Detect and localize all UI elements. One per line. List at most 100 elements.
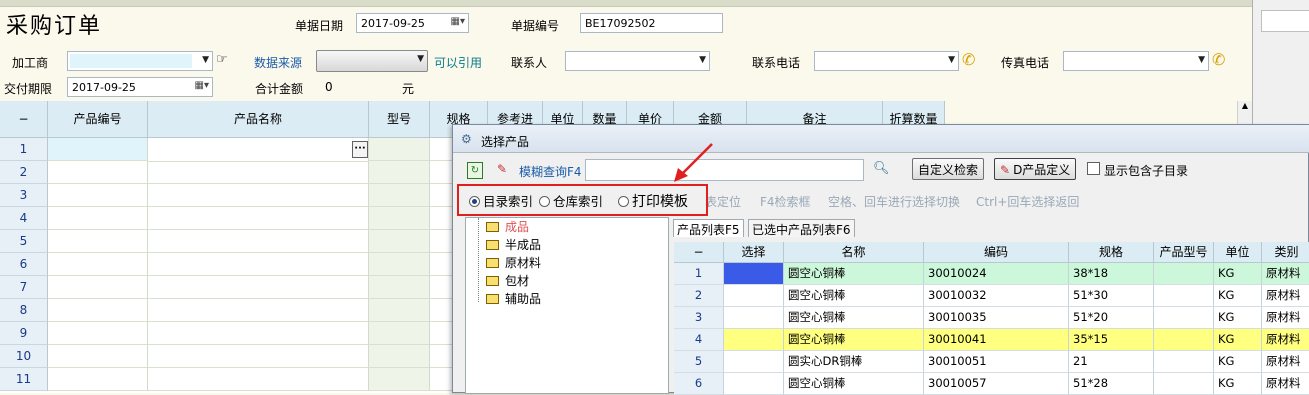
calendar-icon[interactable]: ▦▾ — [451, 16, 465, 27]
product-cell[interactable] — [724, 351, 784, 373]
grid-cell[interactable] — [48, 299, 148, 322]
product-cell[interactable] — [1154, 285, 1214, 307]
phone-select[interactable]: ▼ — [814, 51, 959, 71]
product-cell[interactable] — [724, 285, 784, 307]
product-cell[interactable]: 51*20 — [1069, 307, 1154, 329]
product-cell[interactable]: 原材料 — [1262, 307, 1309, 329]
custom-search-button[interactable]: 自定义检索 — [912, 158, 985, 180]
doc-no-field[interactable]: BE17092502 — [580, 13, 723, 33]
grid-cell[interactable] — [48, 345, 148, 368]
product-row-number[interactable]: 6 — [674, 373, 724, 395]
product-cell[interactable]: 原材料 — [1262, 329, 1309, 351]
product-cell[interactable]: 35*15 — [1069, 329, 1154, 351]
refresh-icon[interactable]: ↻ — [467, 162, 483, 179]
product-cell[interactable]: 21 — [1069, 351, 1154, 373]
product-row-number[interactable]: 3 — [674, 307, 724, 329]
grid-cell[interactable] — [48, 368, 148, 391]
tree-node[interactable]: 半成品 — [486, 236, 541, 254]
grid-cell[interactable] — [148, 184, 369, 207]
row-number[interactable]: 4 — [0, 207, 48, 230]
product-cell[interactable]: 51*30 — [1069, 285, 1154, 307]
tree-node[interactable]: 成品 — [486, 218, 529, 236]
product-cell[interactable]: 圆空心铜棒 — [784, 329, 924, 351]
row-number[interactable]: 10 — [0, 345, 48, 368]
product-cell[interactable]: 30010041 — [924, 329, 1069, 351]
product-col-header[interactable]: 名称 — [784, 242, 924, 263]
row-number[interactable]: 11 — [0, 368, 48, 391]
quote-link[interactable]: 可以引用 — [434, 54, 482, 71]
row-number[interactable]: 1 — [0, 138, 48, 161]
product-cell[interactable]: KG — [1214, 285, 1262, 307]
product-row-number[interactable]: 5 — [674, 351, 724, 373]
tree-node[interactable]: 辅助品 — [486, 290, 541, 308]
product-define-button[interactable]: ✎ D产品定义 — [994, 158, 1077, 180]
show-sub-checkbox[interactable] — [1087, 162, 1100, 175]
grid-cell[interactable] — [148, 253, 369, 276]
product-col-header[interactable]: 产品型号 — [1154, 242, 1214, 263]
product-cell[interactable]: 30010051 — [924, 351, 1069, 373]
product-cell[interactable] — [724, 307, 784, 329]
phone-icon[interactable]: ✆ — [962, 50, 975, 69]
tab-selected-list[interactable]: 已选中产品列表F6 — [748, 219, 855, 237]
product-cell[interactable] — [1154, 373, 1214, 395]
processor-field[interactable]: ▼ — [67, 51, 213, 71]
calendar-icon[interactable]: ▦▾ — [195, 80, 209, 91]
grid-header-0[interactable]: − — [0, 101, 48, 138]
row-number[interactable]: 6 — [0, 253, 48, 276]
product-cell[interactable]: KG — [1214, 307, 1262, 329]
hand-pointer-icon[interactable]: ☞ — [216, 52, 228, 67]
grid-cell[interactable] — [148, 322, 369, 345]
product-cell[interactable] — [1154, 329, 1214, 351]
product-cell[interactable]: 30010024 — [924, 263, 1069, 285]
product-cell[interactable]: 圆空心铜棒 — [784, 285, 924, 307]
grid-cell[interactable] — [48, 253, 148, 276]
row-number[interactable]: 7 — [0, 276, 48, 299]
row-number[interactable]: 3 — [0, 184, 48, 207]
product-row-number[interactable]: 2 — [674, 285, 724, 307]
grid-header-1[interactable]: 产品编号 — [48, 101, 148, 138]
grid-cell[interactable] — [369, 322, 430, 345]
product-cell[interactable]: 51*28 — [1069, 373, 1154, 395]
product-row-number[interactable]: 4 — [674, 329, 724, 351]
ellipsis-button[interactable]: ··· — [352, 141, 368, 158]
product-cell[interactable]: 原材料 — [1262, 263, 1309, 285]
source-select[interactable]: ▼ — [316, 50, 428, 72]
product-cell[interactable]: 30010035 — [924, 307, 1069, 329]
phone-icon[interactable]: ✆ — [1212, 50, 1225, 69]
grid-cell[interactable] — [48, 207, 148, 230]
product-cell[interactable] — [1154, 351, 1214, 373]
grid-cell[interactable] — [148, 368, 369, 391]
due-date-field[interactable]: 2017-09-25 ▦▾ — [67, 77, 213, 97]
product-cell[interactable] — [724, 263, 784, 285]
grid-cell[interactable] — [48, 138, 148, 161]
product-cell[interactable]: KG — [1214, 329, 1262, 351]
grid-cell[interactable] — [369, 184, 430, 207]
grid-cell[interactable] — [369, 207, 430, 230]
grid-cell[interactable] — [369, 299, 430, 322]
chevron-down-icon[interactable]: ▼ — [1198, 55, 1205, 65]
tab-product-list[interactable]: 产品列表F5 — [673, 219, 744, 237]
date-field[interactable]: 2017-09-25 ▦▾ — [356, 13, 469, 33]
grid-cell[interactable] — [369, 345, 430, 368]
product-cell[interactable]: 原材料 — [1262, 285, 1309, 307]
grid-cell[interactable] — [48, 322, 148, 345]
grid-cell[interactable] — [148, 207, 369, 230]
grid-cell[interactable] — [369, 253, 430, 276]
tree-node[interactable]: 包材 — [486, 272, 529, 290]
grid-cell[interactable] — [148, 161, 369, 162]
chevron-down-icon[interactable]: ▼ — [948, 55, 955, 65]
product-col-header[interactable]: 类别 — [1262, 242, 1309, 263]
product-cell[interactable] — [1154, 307, 1214, 329]
grid-cell[interactable] — [369, 230, 430, 253]
grid-cell[interactable] — [369, 276, 430, 299]
product-cell[interactable]: 原材料 — [1262, 373, 1309, 395]
chevron-down-icon[interactable]: ▼ — [699, 55, 706, 65]
product-cell[interactable]: 圆空心铜棒 — [784, 373, 924, 395]
tree-node[interactable]: 原材料 — [486, 254, 541, 272]
grid-header-2[interactable]: 产品名称 — [148, 101, 369, 138]
product-cell[interactable]: 圆实心DR铜棒 — [784, 351, 924, 373]
product-cell[interactable]: 30010057 — [924, 373, 1069, 395]
grid-header-3[interactable]: 型号 — [369, 101, 430, 138]
category-tree[interactable]: 成品 半成品 原材料 包材 辅助品 — [465, 217, 669, 394]
contact-select[interactable]: ▼ — [565, 51, 710, 71]
